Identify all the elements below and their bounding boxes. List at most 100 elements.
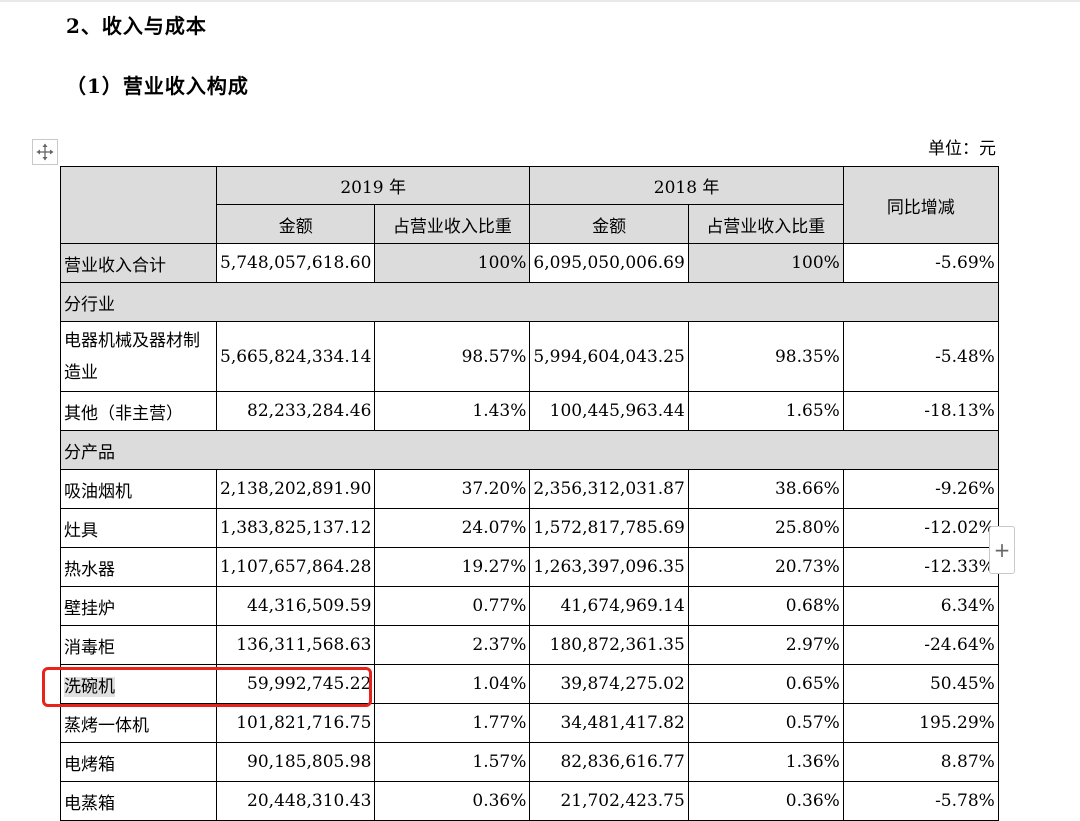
ratio-2018-cell: 25.80% [687,508,844,548]
header-amount-2019: 金额 [215,204,376,244]
plus-icon: + [993,538,1011,562]
yoy-cell: -12.33% [842,547,999,587]
add-row-button[interactable]: + [989,526,1015,574]
amount-2018-cell: 6,095,050,006.69 [529,243,689,283]
yoy-cell: 6.34% [842,586,999,626]
amount-2019-cell: 5,665,824,334.14 [215,321,376,392]
ratio-2018-cell: 38.66% [687,469,844,509]
ratio-2019-cell: 1.04% [374,664,531,704]
row-label: 洗碗机 [60,664,217,704]
ratio-2019-cell: 1.77% [374,703,531,743]
amount-2019-cell: 82,233,284.46 [215,391,376,431]
amount-2018-cell: 21,702,423.75 [529,781,689,821]
selected-text[interactable]: 洗碗机 [64,676,115,697]
row-label: 营业收入合计 [60,243,217,283]
table-row: 电烤箱 90,185,805.98 1.57% 82,836,616.77 1.… [60,742,999,782]
amount-2018-cell: 39,874,275.02 [529,664,689,704]
ratio-2018-cell: 100% [687,243,844,283]
ratio-2018-cell: 0.36% [687,781,844,821]
yoy-cell: 50.45% [842,664,999,704]
amount-2018-cell: 82,836,616.77 [529,742,689,782]
section-row-industry: 分行业 [60,282,999,322]
ratio-2019-cell: 24.07% [374,508,531,548]
corner-header-cell [60,166,217,244]
table-row: 消毒柜 136,311,568.63 2.37% 180,872,361.35 … [60,625,999,665]
table-row: 电蒸箱 20,448,310.43 0.36% 21,702,423.75 0.… [60,781,999,821]
amount-2018-cell: 100,445,963.44 [529,391,689,431]
section-row-product: 分产品 [60,430,999,470]
yoy-cell: -18.13% [842,391,999,431]
amount-2019-cell: 20,448,310.43 [215,781,376,821]
ratio-2019-cell: 100% [374,243,531,283]
ratio-2018-cell: 1.65% [687,391,844,431]
section-label-industry: 分行业 [60,282,999,322]
header-year-2018: 2018 年 [529,166,844,205]
amount-2019-cell: 136,311,568.63 [215,625,376,665]
income-composition-table: 2019 年 2018 年 同比增减 金额 占营业收入比重 金额 占营业收入比重… [60,166,999,821]
ratio-2019-cell: 0.77% [374,586,531,626]
amount-2019-cell: 5,748,057,618.60 [215,243,376,283]
row-label: 吸油烟机 [60,469,217,509]
yoy-cell: -9.26% [842,469,999,509]
row-label: 消毒柜 [60,625,217,665]
subsection-heading: （1）营业收入构成 [66,74,249,98]
amount-2018-cell: 5,994,604,043.25 [529,321,689,392]
yoy-cell: -12.02% [842,508,999,548]
amount-2018-cell: 2,356,312,031.87 [529,469,689,509]
amount-2018-cell: 1,572,817,785.69 [529,508,689,548]
amount-2019-cell: 2,138,202,891.90 [215,469,376,509]
amount-2018-cell: 180,872,361.35 [529,625,689,665]
header-year-2019: 2019 年 [215,166,531,205]
table-row-total: 营业收入合计 5,748,057,618.60 100% 6,095,050,0… [60,243,999,283]
ratio-2018-cell: 98.35% [687,321,844,392]
amount-2019-cell: 1,383,825,137.12 [215,508,376,548]
table-move-handle[interactable] [32,139,58,165]
ratio-2019-cell: 0.36% [374,781,531,821]
ratio-2019-cell: 98.57% [374,321,531,392]
ratio-2019-cell: 1.43% [374,391,531,431]
section-heading: 2、收入与成本 [66,14,207,38]
amount-2019-cell: 59,992,745.22 [215,664,376,704]
table-row: 壁挂炉 44,316,509.59 0.77% 41,674,969.14 0.… [60,586,999,626]
table-row: 其他（非主营） 82,233,284.46 1.43% 100,445,963.… [60,391,999,431]
header-ratio-2018: 占营业收入比重 [687,204,844,244]
move-arrows-icon [36,143,54,161]
ratio-2019-cell: 37.20% [374,469,531,509]
ratio-2018-cell: 1.36% [687,742,844,782]
row-label: 热水器 [60,547,217,587]
yoy-cell: -5.78% [842,781,999,821]
header-yoy: 同比增减 [842,166,999,244]
ratio-2019-cell: 1.57% [374,742,531,782]
table-row: 吸油烟机 2,138,202,891.90 37.20% 2,356,312,0… [60,469,999,509]
row-label: 壁挂炉 [60,586,217,626]
ratio-2019-cell: 2.37% [374,625,531,665]
ratio-2018-cell: 2.97% [687,625,844,665]
amount-2019-cell: 101,821,716.75 [215,703,376,743]
table-row: 热水器 1,107,657,864.28 19.27% 1,263,397,09… [60,547,999,587]
amount-2018-cell: 34,481,417.82 [529,703,689,743]
header-amount-2018: 金额 [529,204,689,244]
header-ratio-2019: 占营业收入比重 [374,204,531,244]
amount-2019-cell: 44,316,509.59 [215,586,376,626]
section-label-product: 分产品 [60,430,999,470]
row-label: 其他（非主营） [60,391,217,431]
amount-2018-cell: 41,674,969.14 [529,586,689,626]
row-label: 电蒸箱 [60,781,217,821]
ratio-2018-cell: 0.68% [687,586,844,626]
yoy-cell: 195.29% [842,703,999,743]
top-divider [0,0,1080,2]
row-label: 蒸烤一体机 [60,703,217,743]
table-row: 蒸烤一体机 101,821,716.75 1.77% 34,481,417.82… [60,703,999,743]
yoy-cell: 8.87% [842,742,999,782]
row-label: 电器机械及器材制造业 [60,321,217,392]
row-label: 电烤箱 [60,742,217,782]
ratio-2018-cell: 0.65% [687,664,844,704]
amount-2018-cell: 1,263,397,096.35 [529,547,689,587]
row-label: 灶具 [60,508,217,548]
ratio-2019-cell: 19.27% [374,547,531,587]
unit-label: 单位：元 [928,139,996,159]
table-row-highlighted: 洗碗机 59,992,745.22 1.04% 39,874,275.02 0.… [60,664,999,704]
ratio-2018-cell: 20.73% [687,547,844,587]
amount-2019-cell: 90,185,805.98 [215,742,376,782]
table-row: 灶具 1,383,825,137.12 24.07% 1,572,817,785… [60,508,999,548]
